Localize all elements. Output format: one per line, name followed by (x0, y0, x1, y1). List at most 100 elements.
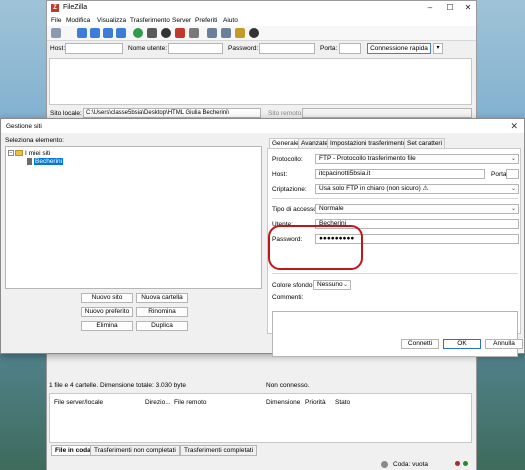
menu-transfer[interactable]: Trasferimento (130, 17, 170, 24)
chevron-down-icon: ⌄ (510, 186, 516, 192)
refresh-icon[interactable] (133, 28, 143, 38)
encryption-value: Usa solo FTP in chiaro (non sicuro) ⚠ (319, 185, 429, 192)
tree-root-label: I miei siti (25, 150, 51, 157)
protocol-select[interactable]: FTP - Protocollo trasferimento file ⌄ (315, 154, 519, 164)
chevron-down-icon: ⌄ (510, 206, 516, 212)
logon-type-value: Normale (319, 205, 344, 212)
toggle-log-icon[interactable] (77, 28, 87, 38)
dialog-title-bar: Gestione siti ✕ (1, 119, 524, 133)
col-remote-file[interactable]: File remoto (174, 399, 207, 406)
local-status: 1 file e 4 cartelle. Dimensione totale: … (49, 382, 186, 389)
menu-edit[interactable]: Modifica (66, 17, 90, 24)
reconnect-icon[interactable] (189, 28, 199, 38)
host-field[interactable]: itcpacinotti5bsia.it (315, 169, 485, 179)
tab-transfer-settings[interactable]: Impostazioni trasferimento (327, 138, 410, 148)
toggle-remote-tree-icon[interactable] (103, 28, 113, 38)
menu-view[interactable]: Visualizza (97, 17, 126, 24)
new-bookmark-button[interactable]: Nuovo preferito (81, 307, 133, 317)
compare-icon[interactable] (221, 28, 231, 38)
close-icon[interactable]: ✕ (458, 3, 478, 13)
settings-tabs: Generale Avanzate Impostazioni trasferim… (269, 138, 519, 148)
tree-site-row[interactable]: Becherini (27, 158, 64, 166)
encryption-label: Criptazione: (272, 186, 307, 193)
tree-root-row[interactable]: − I miei siti (8, 150, 50, 157)
window-title: FileZilla (63, 4, 88, 11)
quickconnect-button[interactable]: Connessione rapida (367, 43, 431, 54)
divider (272, 198, 518, 199)
maximize-icon[interactable]: ☐ (440, 3, 460, 13)
find-files-icon[interactable] (249, 28, 259, 38)
logon-type-select[interactable]: Normale ⌄ (315, 204, 519, 214)
host-label: Host: (50, 45, 66, 52)
protocol-value: FTP - Protocollo trasferimento file (319, 155, 416, 162)
close-icon[interactable]: ✕ (510, 121, 518, 132)
col-priority[interactable]: Priorità (305, 399, 326, 406)
select-entry-label: Seleziona elemento: (5, 137, 64, 144)
collapse-icon[interactable]: − (8, 150, 14, 157)
upload-indicator-icon (455, 461, 460, 466)
toggle-local-tree-icon[interactable] (90, 28, 100, 38)
ok-button[interactable]: OK (443, 339, 481, 349)
title-bar: Z FileZilla – ☐ ✕ (47, 1, 476, 15)
tab-failed-transfers[interactable]: Trasferimenti non completati (90, 445, 180, 456)
site-tree[interactable]: − I miei siti Becherini (5, 146, 262, 289)
minimize-icon[interactable]: – (420, 3, 440, 13)
background-color-select[interactable]: Nessuno ⌄ (313, 280, 351, 290)
tab-successful-transfers[interactable]: Trasferimenti completati (180, 445, 258, 456)
cancel-button[interactable]: Annulla (485, 339, 523, 349)
menu-bookmarks[interactable]: Preferiti (195, 17, 217, 24)
host-input[interactable] (65, 43, 123, 54)
protocol-label: Protocollo: (272, 156, 303, 163)
username-label: Nome utente: (128, 45, 168, 52)
delete-button[interactable]: Elimina (81, 321, 133, 331)
chevron-down-icon: ⌄ (342, 282, 348, 288)
menu-help[interactable]: Aiuto (223, 17, 238, 24)
port-input[interactable] (339, 43, 361, 54)
quickconnect-dropdown-icon[interactable]: ▾ (433, 43, 443, 54)
col-direction[interactable]: Direzio... (145, 399, 171, 406)
comments-textarea[interactable] (272, 311, 518, 357)
menu-file[interactable]: File (51, 17, 61, 24)
tab-queued-files[interactable]: File in coda (51, 445, 95, 456)
process-queue-icon[interactable] (147, 28, 157, 38)
port-label: Porta: (320, 45, 338, 52)
queue-tabs: File in coda Trasferimenti non completat… (49, 445, 472, 456)
new-site-button[interactable]: Nuovo sito (81, 293, 133, 303)
local-site-label: Sito locale: (50, 110, 82, 117)
local-site-path[interactable]: C:\Users\classe5bsia\Desktop\HTML Giulia… (83, 108, 261, 118)
menu-bar: File Modifica Visualizza Trasferimento S… (47, 15, 476, 26)
site-manager-icon[interactable] (51, 28, 61, 38)
cancel-operation-icon[interactable] (161, 28, 171, 38)
background-color-value: Nessuno (317, 281, 343, 288)
general-settings-panel: Protocollo: FTP - Protocollo trasferimen… (267, 148, 521, 357)
menu-server[interactable]: Server (172, 17, 191, 24)
queue-icon (381, 461, 388, 468)
toolbar (47, 26, 476, 41)
rename-button[interactable]: Rinomina (136, 307, 188, 317)
duplicate-button[interactable]: Duplica (136, 321, 188, 331)
status-bar: Coda: vuota (47, 457, 476, 470)
remote-status: Non connesso. (266, 382, 310, 389)
remote-site-label: Sito remoto: (268, 110, 304, 117)
connect-button[interactable]: Connetti (401, 339, 439, 349)
disconnect-icon[interactable] (175, 28, 185, 38)
encryption-select[interactable]: Usa solo FTP in chiaro (non sicuro) ⚠ ⌄ (315, 184, 519, 194)
tab-general[interactable]: Generale (269, 138, 302, 148)
col-size[interactable]: Dimensione (266, 399, 300, 406)
new-folder-button[interactable]: Nuova cartella (136, 293, 188, 303)
sync-browse-icon[interactable] (235, 28, 245, 38)
filezilla-logo-icon: Z (51, 4, 59, 12)
username-input[interactable] (168, 43, 223, 54)
toggle-queue-icon[interactable] (116, 28, 126, 38)
port-field[interactable] (506, 169, 519, 179)
remote-site-path[interactable] (302, 108, 472, 118)
tab-charset[interactable]: Set caratteri (404, 138, 446, 148)
tree-site-label: Becherini (34, 158, 64, 166)
message-log (49, 58, 472, 105)
col-status[interactable]: Stato (335, 399, 350, 406)
password-input[interactable] (259, 43, 315, 54)
site-icon (27, 158, 32, 165)
filter-icon[interactable] (207, 28, 217, 38)
col-local-file[interactable]: File server/locale (54, 399, 103, 406)
queue-status: Coda: vuota (393, 461, 429, 468)
